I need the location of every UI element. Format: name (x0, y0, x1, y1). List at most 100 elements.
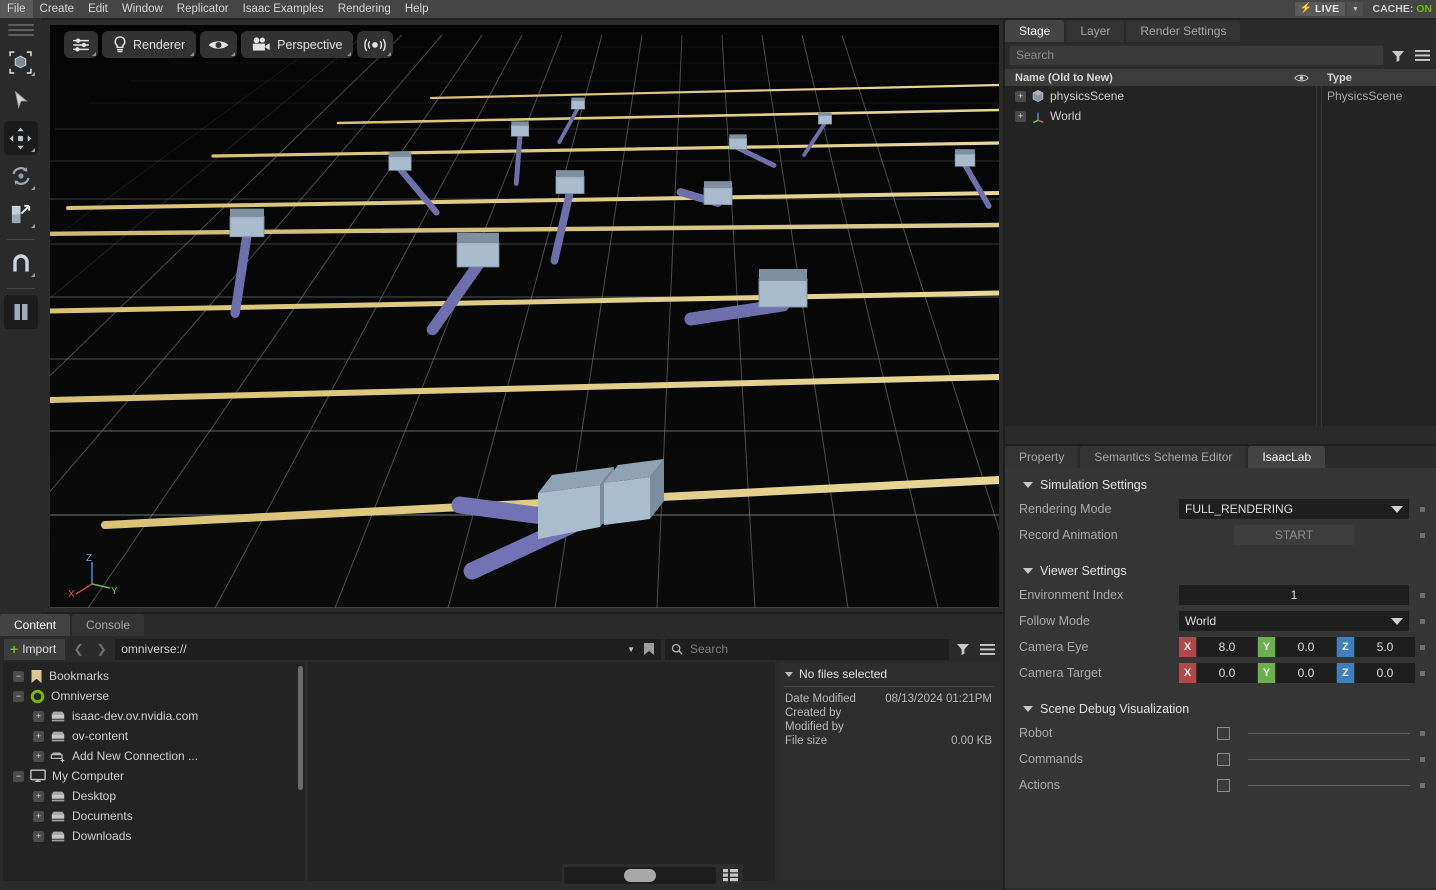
tab-render-settings[interactable]: Render Settings (1126, 20, 1240, 42)
content-tree-item-omniverse[interactable]: − Omniverse (3, 686, 305, 706)
stage-search-input[interactable]: Search (1009, 45, 1384, 66)
path-input[interactable]: omniverse:// ▼ (115, 639, 661, 660)
tab-property[interactable]: Property (1005, 446, 1078, 468)
move-tool-button[interactable] (4, 121, 38, 155)
import-button[interactable]: + Import (4, 639, 65, 660)
scale-tool-button[interactable] (4, 197, 38, 231)
property-reset-dot[interactable] (1420, 757, 1425, 762)
property-reset-dot[interactable] (1420, 619, 1425, 624)
snap-tool-button[interactable] (4, 246, 38, 280)
camera-perspective-button[interactable]: Perspective (241, 31, 353, 58)
expand-toggle[interactable]: + (33, 711, 44, 722)
record-animation-start-button[interactable]: START (1234, 525, 1354, 545)
pause-tool-button[interactable] (4, 295, 38, 329)
commands-debug-checkbox[interactable] (1217, 753, 1230, 766)
property-reset-dot[interactable] (1420, 507, 1425, 512)
collapse-toggle[interactable]: − (13, 691, 24, 702)
content-tree-item-bookmarks[interactable]: − Bookmarks (3, 666, 305, 686)
camera-eye-x-input[interactable]: 8.0 (1197, 637, 1257, 657)
property-reset-dot[interactable] (1420, 533, 1425, 538)
property-reset-dot[interactable] (1420, 593, 1425, 598)
column-header-visibility[interactable] (1286, 73, 1317, 83)
tab-content[interactable]: Content (0, 614, 70, 636)
robot-debug-checkbox[interactable] (1217, 727, 1230, 740)
content-tree[interactable]: − Bookmarks − Omniverse + isaac-dev.ov.n… (3, 662, 305, 881)
commands-debug-slider[interactable] (1248, 759, 1410, 760)
actions-debug-checkbox[interactable] (1217, 779, 1230, 792)
column-header-type[interactable]: Type (1317, 72, 1436, 84)
column-header-name[interactable]: Name (Old to New) (1005, 72, 1286, 84)
menu-item-help[interactable]: Help (398, 0, 436, 18)
chevron-down-icon[interactable]: ▼ (627, 645, 635, 654)
grid-view-button[interactable] (719, 866, 741, 885)
viewport-settings-button[interactable] (64, 31, 98, 58)
cursor-tool-button[interactable] (4, 83, 38, 117)
expand-toggle[interactable]: + (1015, 111, 1026, 122)
camera-target-z-input[interactable]: 0.0 (1355, 663, 1415, 683)
content-file-grid[interactable] (308, 662, 775, 881)
robot-debug-slider[interactable] (1248, 733, 1410, 734)
camera-target-x-input[interactable]: 0.0 (1197, 663, 1257, 683)
menu-item-replicator[interactable]: Replicator (170, 0, 236, 18)
section-header-viewer-settings[interactable]: Viewer Settings (1005, 560, 1436, 582)
slider-handle[interactable] (624, 869, 656, 882)
renderer-button[interactable]: Renderer (102, 31, 196, 58)
bookmark-icon[interactable] (643, 642, 655, 656)
collapse-toggle[interactable]: − (13, 671, 24, 682)
live-button[interactable]: ⚡ LIVE (1295, 2, 1345, 16)
camera-eye-z-input[interactable]: 5.0 (1355, 637, 1415, 657)
content-tree-item-isaac-dev[interactable]: + isaac-dev.ov.nvidia.com (3, 706, 305, 726)
menu-item-file[interactable]: File (0, 0, 33, 18)
nav-back-button[interactable]: ❮ (69, 639, 88, 660)
property-reset-dot[interactable] (1420, 645, 1425, 650)
nav-forward-button[interactable]: ❯ (92, 639, 111, 660)
info-panel-header[interactable]: No files selected (778, 662, 1000, 686)
menu-item-edit[interactable]: Edit (81, 0, 115, 18)
content-tree-item-documents[interactable]: + Documents (3, 806, 305, 826)
property-reset-dot[interactable] (1420, 671, 1425, 676)
expand-toggle[interactable]: + (33, 831, 44, 842)
menu-item-window[interactable]: Window (115, 0, 170, 18)
property-reset-dot[interactable] (1420, 731, 1425, 736)
content-options-button[interactable] (977, 639, 997, 660)
broadcast-button[interactable] (357, 31, 393, 58)
viewport-canvas[interactable]: Renderer (50, 25, 999, 608)
expand-toggle[interactable]: + (33, 811, 44, 822)
toolbar-grip-icon[interactable] (8, 24, 34, 36)
live-dropdown-button[interactable]: ▼ (1347, 2, 1363, 16)
follow-mode-dropdown[interactable]: World (1179, 611, 1409, 631)
collapse-toggle[interactable]: − (13, 771, 24, 782)
expand-toggle[interactable]: + (33, 751, 44, 762)
tab-isaaclab[interactable]: IsaacLab (1248, 446, 1325, 468)
actions-debug-slider[interactable] (1248, 785, 1410, 786)
rotate-tool-button[interactable] (4, 159, 38, 193)
thumbnail-size-slider[interactable] (564, 867, 716, 884)
section-header-scene-debug-visualization[interactable]: Scene Debug Visualization (1005, 698, 1436, 720)
content-filter-button[interactable] (953, 639, 973, 660)
content-tree-scrollbar[interactable] (298, 666, 303, 790)
stage-tree[interactable]: + physicsScene PhysicsScene + (1005, 86, 1436, 426)
expand-toggle[interactable]: + (33, 791, 44, 802)
rendering-mode-dropdown[interactable]: FULL_RENDERING (1179, 499, 1409, 519)
viewport-visibility-button[interactable] (200, 31, 237, 58)
stage-tree-row-world[interactable]: + World (1005, 106, 1436, 126)
tab-layer[interactable]: Layer (1066, 20, 1124, 42)
tab-console[interactable]: Console (72, 614, 144, 636)
content-tree-item-downloads[interactable]: + Downloads (3, 826, 305, 846)
property-reset-dot[interactable] (1420, 783, 1425, 788)
content-tree-item-my-computer[interactable]: − My Computer (3, 766, 305, 786)
content-tree-item-desktop[interactable]: + Desktop (3, 786, 305, 806)
stage-tree-row-physicsscene[interactable]: + physicsScene PhysicsScene (1005, 86, 1436, 106)
camera-target-y-input[interactable]: 0.0 (1276, 663, 1336, 683)
content-tree-item-add-new-connection[interactable]: + Add New Connection ... (3, 746, 305, 766)
menu-item-create[interactable]: Create (33, 0, 82, 18)
menu-item-rendering[interactable]: Rendering (331, 0, 398, 18)
environment-index-input[interactable]: 1 (1179, 585, 1409, 605)
expand-toggle[interactable]: + (1015, 91, 1026, 102)
select-bounds-tool-button[interactable] (4, 45, 38, 79)
camera-eye-y-input[interactable]: 0.0 (1276, 637, 1336, 657)
tab-stage[interactable]: Stage (1005, 20, 1064, 42)
stage-options-button[interactable] (1412, 45, 1432, 66)
stage-filter-button[interactable] (1388, 45, 1408, 66)
menu-item-isaac-examples[interactable]: Isaac Examples (236, 0, 331, 18)
